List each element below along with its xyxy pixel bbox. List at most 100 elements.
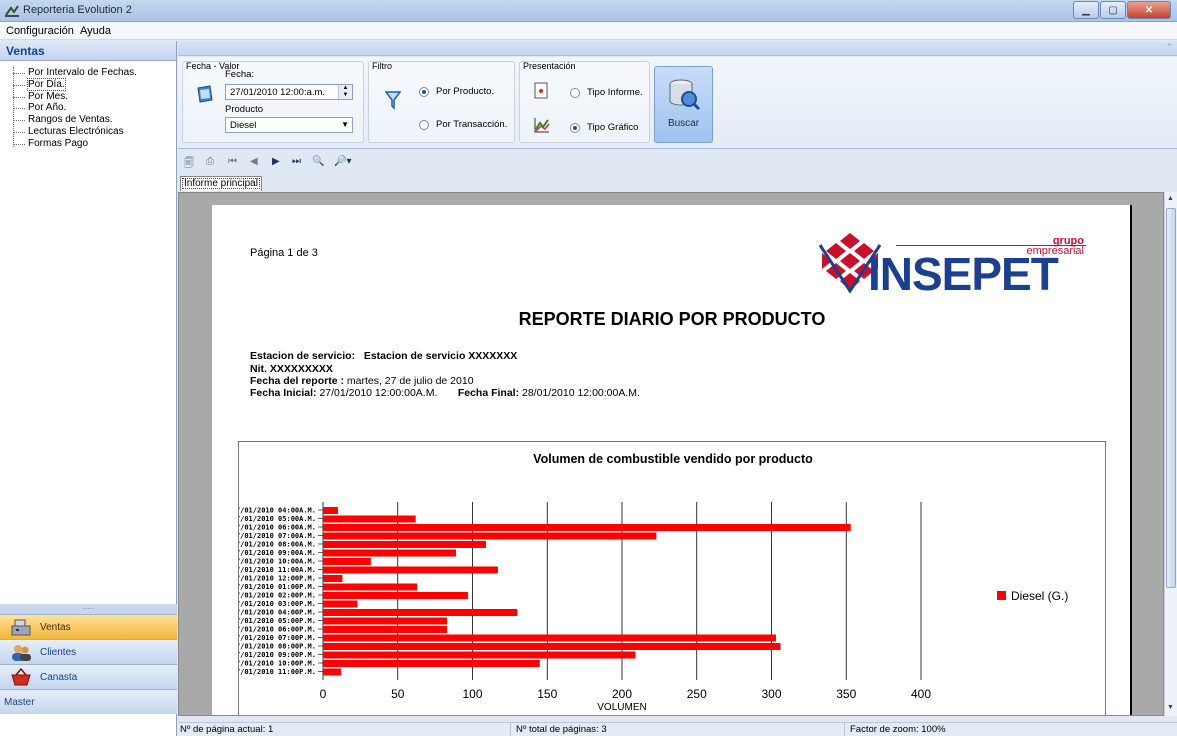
status-bar: Nº de página actual: 1 Nº total de págin… [178,722,1177,736]
insepet-logo: grupo empresarial INSEPET [816,231,1088,300]
menu-bar: Configuración Ayuda [0,22,1177,40]
find-next-icon[interactable]: 🔎▾ [334,156,351,167]
fecha-label: Fecha: [225,69,255,80]
y-tick-label: 27/01/2010 11:00P.M. [239,668,316,676]
bar [323,660,540,667]
y-tick-label: 27/01/2010 07:00A.M. [239,532,316,540]
y-tick-label: 27/01/2010 10:00P.M. [239,660,316,668]
users-icon [12,645,31,661]
x-tick-label: 350 [836,687,856,701]
x-tick-label: 50 [391,687,405,701]
fecha-reporte-line: Fecha del reporte : martes, 27 de julio … [250,375,474,387]
radio-tipo-grafico[interactable]: Tipo Gráfico [570,122,638,133]
tab-informe-principal[interactable]: Informe principal [180,176,262,191]
x-tick-label: 400 [911,687,931,701]
tree-item-intervalo-fechas[interactable]: Por Intervalo de Fechas. [0,67,176,79]
y-tick-label: 27/01/2010 01:00P.M. [239,583,316,591]
group-filtro: Filtro Por Producto. Por Transacción. [368,61,515,143]
group-title-presentacion: Presentación [523,61,576,71]
page-indicator: Página 1 de 3 [250,247,318,259]
bar [323,507,338,514]
y-tick-label: 27/01/2010 09:00P.M. [239,651,316,659]
y-tick-label: 27/01/2010 06:00A.M. [239,524,316,532]
estacion-line: Estacion de servicio: Estacion de servic… [250,350,518,362]
minimize-icon: ▁ [1082,4,1090,16]
report-page: Página 1 de 3 grupo empresarial INSEPET … [212,205,1132,715]
window-title: Reporteria Evolution 2 [23,4,132,16]
find-icon[interactable]: 🔍 [312,156,324,167]
nav-splitter[interactable]: ..... [0,603,177,614]
group-presentacion: Presentación Tipo Informe. Tipo Gráfico [519,61,650,143]
radio-por-transaccion[interactable]: Por Transacción. [419,119,507,130]
group-fecha-valor: Fecha - Valor Fecha: 27/01/2010 12:00:a.… [182,61,364,143]
app-icon [5,5,19,17]
ribbon: Fecha - Valor Fecha: 27/01/2010 12:00:a.… [178,57,1177,149]
export-icon[interactable]: 🗐 [184,156,194,173]
calendar-icon [197,85,213,103]
basket-icon [11,668,31,686]
fecha-input[interactable]: 27/01/2010 12:00:a.m. ▲ ▼ [225,84,353,100]
report-title: REPORTE DIARIO POR PRODUCTO [518,309,826,329]
ribbon-caption: ⌃ [178,41,1177,56]
producto-select[interactable]: Diesel ▼ [225,117,353,133]
y-tick-label: 27/01/2010 03:00P.M. [239,600,316,608]
x-tick-label: 200 [612,687,632,701]
bar [323,566,498,574]
radio-tipo-informe[interactable]: Tipo Informe. [570,87,643,98]
menu-ayuda[interactable]: Ayuda [80,25,111,37]
bar [323,515,416,523]
scroll-down-icon[interactable]: ▼ [1167,704,1174,711]
tree-item-formas-pago[interactable]: Formas Pago [0,138,176,150]
nav-clientes[interactable]: Clientes [0,639,177,664]
y-tick-label: 27/01/2010 07:00P.M. [239,634,316,642]
date-spinner[interactable]: ▲ ▼ [338,85,352,99]
tree-item-por-mes[interactable]: Por Mes. [0,91,176,103]
chevron-down-icon: ▼ [341,120,349,129]
bar [323,634,776,642]
y-tick-label: 27/01/2010 06:00P.M. [239,626,316,634]
x-tick-label: 100 [462,687,482,701]
previous-page-icon[interactable]: ◀ [250,156,258,167]
report-tree: Por Intervalo de Fechas. Por Día. Por Me… [0,61,176,150]
scroll-up-icon[interactable]: ▲ [1167,195,1174,202]
chart-container: Volumen de combustible vendido por produ… [238,441,1106,715]
radio-por-producto[interactable]: Por Producto. [419,86,494,97]
last-page-icon[interactable]: ⏭ [292,156,301,167]
close-button[interactable]: ✕ [1127,1,1171,19]
report-tabstrip: Informe principal [178,174,1177,192]
producto-label: Producto [225,104,264,115]
status-pagina-actual: Nº de página actual: 1 [180,724,274,735]
x-tick-label: 250 [687,687,707,701]
menu-configuracion[interactable]: Configuración [6,25,74,37]
y-tick-label: 27/01/2010 05:00P.M. [239,617,316,625]
vertical-scrollbar[interactable]: ▲ ▼ [1164,192,1177,716]
filter-icon [385,91,401,110]
first-page-icon[interactable]: ⏮ [228,156,237,167]
buscar-button[interactable]: Buscar [654,66,713,143]
tree-item-por-dia[interactable]: Por Día. [0,77,176,91]
y-tick-label: 27/01/2010 02:00P.M. [239,592,316,600]
tree-item-por-ano[interactable]: Por Año. [0,102,176,114]
print-icon[interactable]: ⎙ [206,156,214,167]
y-tick-label: 27/01/2010 12:00P.M. [239,575,316,583]
group-title-filtro: Filtro [372,61,392,71]
nav-master[interactable]: Master [0,689,177,714]
nav-ventas[interactable]: Ventas [0,614,177,639]
logo-text-insepet: INSEPET [868,248,1059,300]
next-page-icon[interactable]: ▶ [272,156,280,167]
tree-item-rangos-ventas[interactable]: Rangos de Ventas. [0,114,176,126]
panel-header: Ventas [0,41,176,61]
maximize-button[interactable]: ▢ [1100,1,1126,19]
maximize-icon: ▢ [1108,4,1118,16]
cash-register-icon [11,619,31,636]
collapse-ribbon-icon[interactable]: ⌃ [1165,42,1173,53]
bar [323,575,343,582]
nav-canasta[interactable]: Canasta [0,664,177,689]
bar [323,668,341,676]
scroll-thumb[interactable] [1166,208,1176,588]
report-canvas: Página 1 de 3 grupo empresarial INSEPET … [178,192,1164,716]
tree-item-lecturas-electronicas[interactable]: Lecturas Electrónicas [0,126,176,138]
y-tick-label: 27/01/2010 10:00A.M. [239,558,316,566]
database-search-icon [669,79,700,111]
minimize-button[interactable]: ▁ [1073,1,1099,19]
